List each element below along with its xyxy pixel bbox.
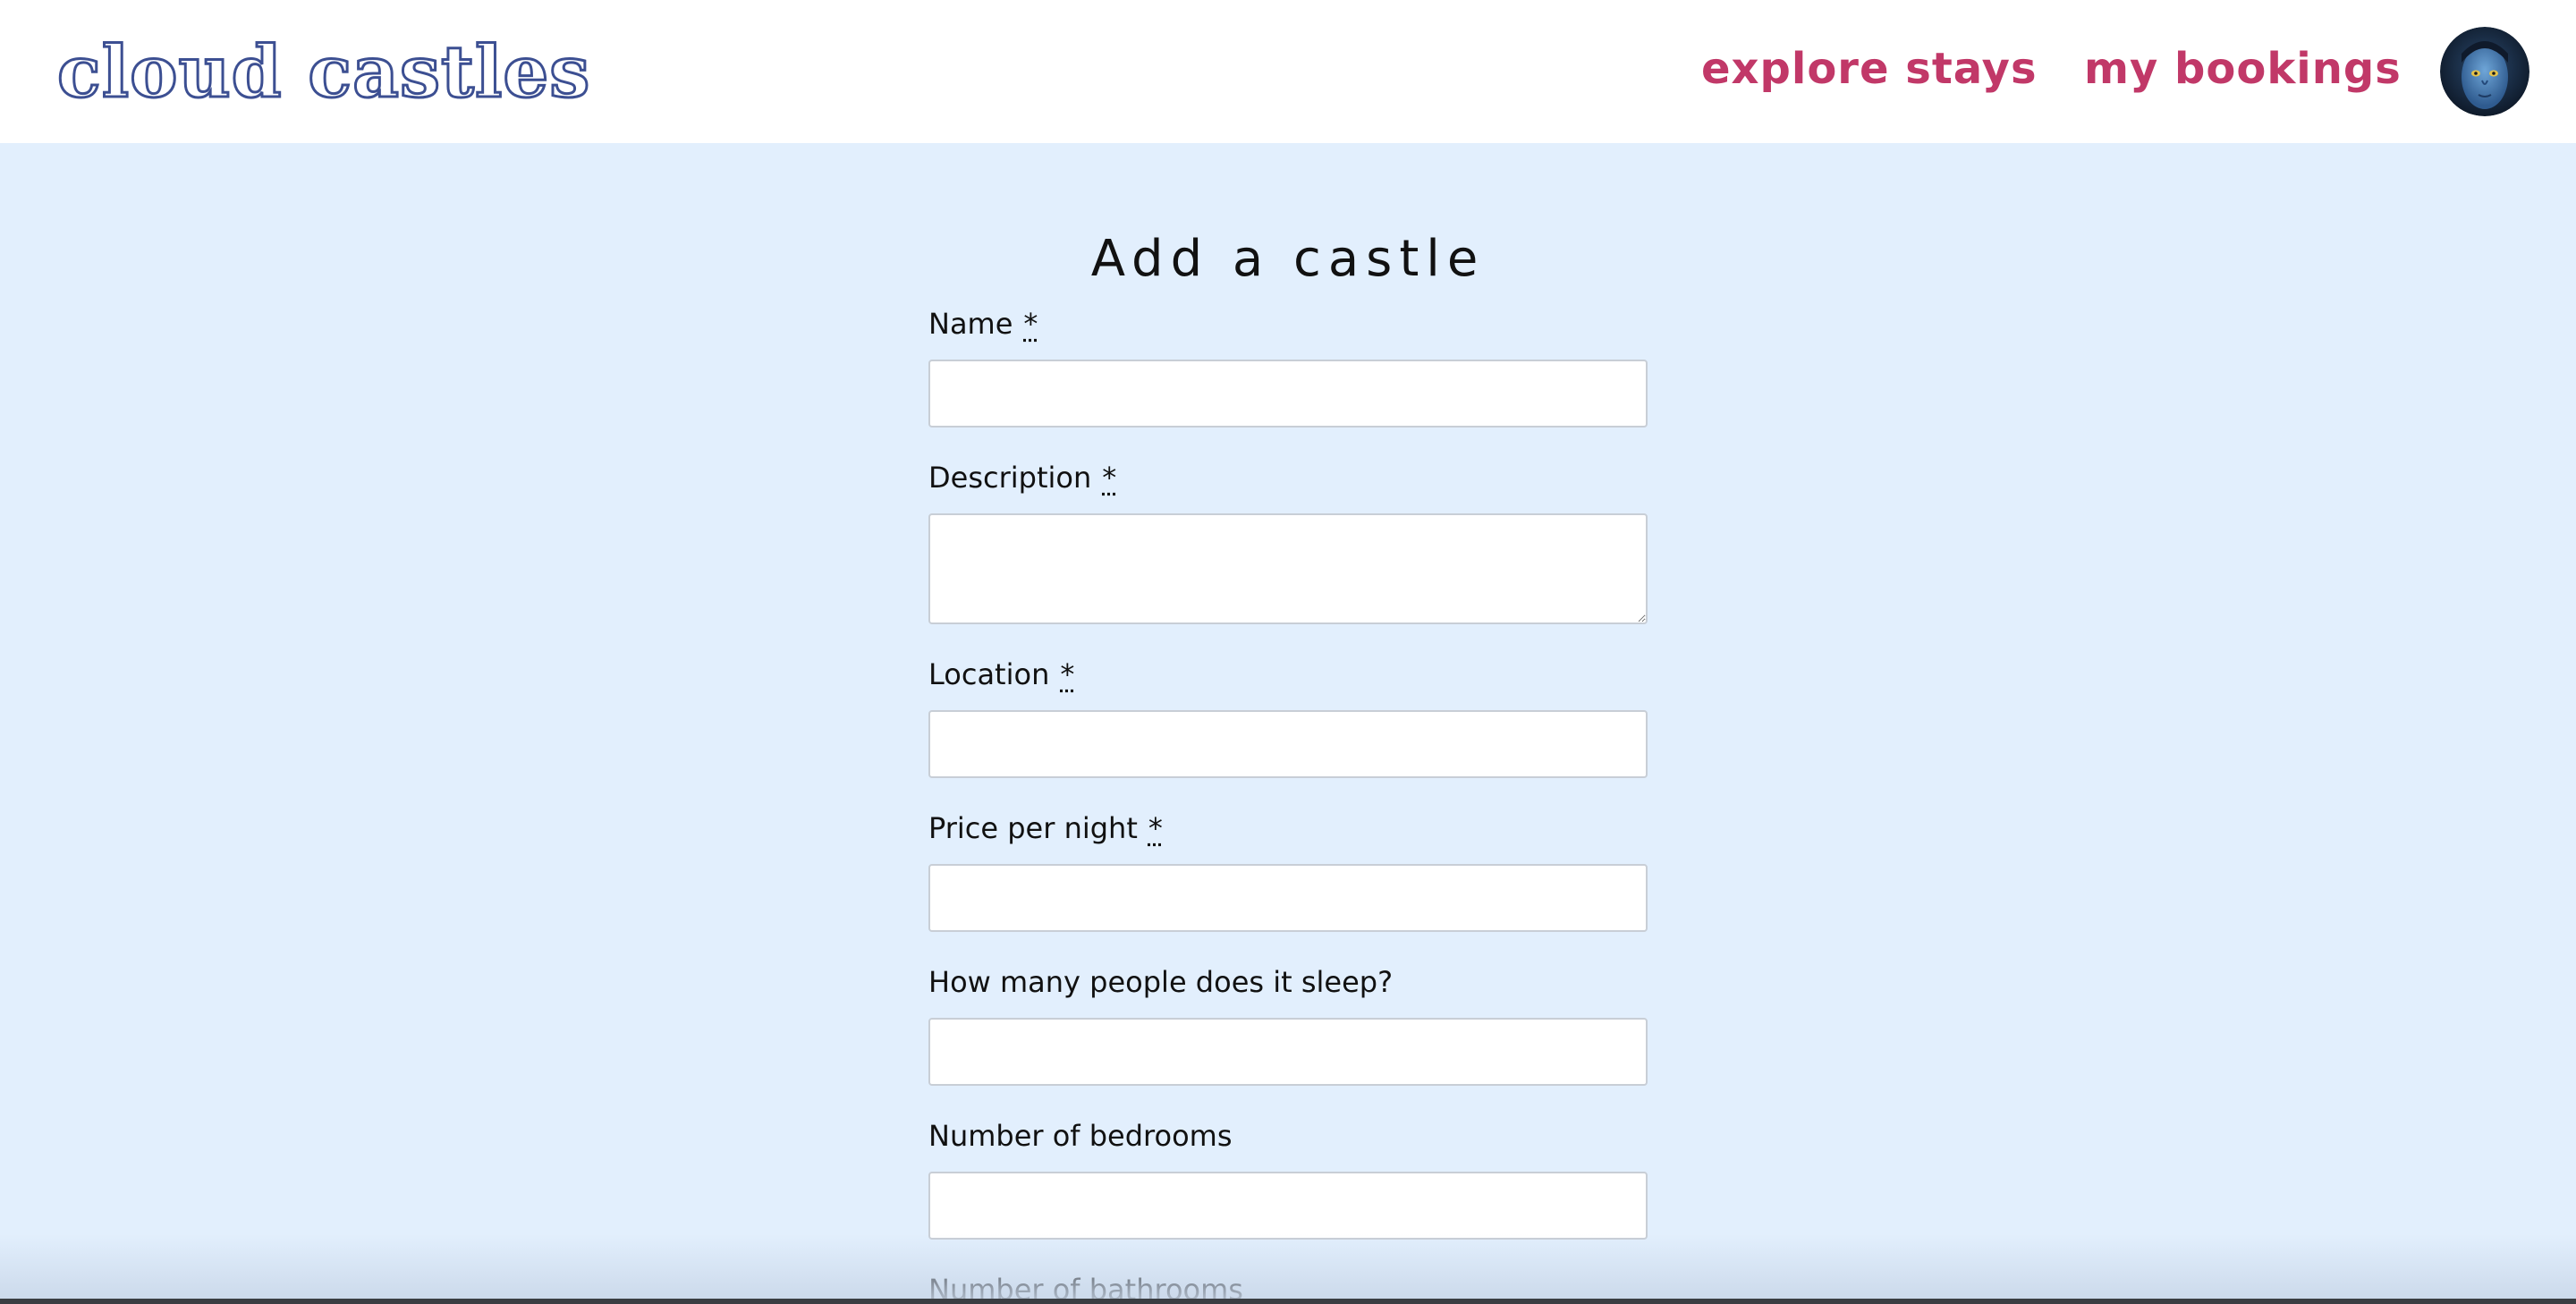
- bedrooms-label: Number of bedrooms: [928, 1114, 1233, 1157]
- page: cloud castles explore stays my bookings: [0, 0, 2576, 1304]
- name-label-text: Name: [928, 307, 1013, 341]
- sleeps-label: How many people does it sleep?: [928, 961, 1393, 1003]
- required-marker: *: [1148, 811, 1163, 845]
- description-label-text: Description: [928, 461, 1092, 495]
- sleeps-label-text: How many people does it sleep?: [928, 965, 1394, 999]
- name-input[interactable]: [928, 360, 1648, 428]
- required-marker: *: [1060, 657, 1075, 691]
- price-input[interactable]: [928, 864, 1648, 932]
- description-textarea[interactable]: [928, 513, 1648, 624]
- window-bottom-edge: [0, 1299, 2576, 1304]
- navbar: cloud castles explore stays my bookings: [0, 0, 2576, 143]
- required-marker: *: [1023, 307, 1038, 341]
- brand-logo[interactable]: cloud castles: [55, 27, 590, 116]
- name-label: Name *: [928, 302, 1038, 345]
- page-title: Add a castle: [1090, 230, 1486, 288]
- bedrooms-input[interactable]: [928, 1172, 1648, 1240]
- nav-my-bookings[interactable]: my bookings: [2084, 38, 2402, 100]
- nav-explore-stays[interactable]: explore stays: [1701, 38, 2038, 100]
- price-label: Price per night *: [928, 807, 1163, 850]
- description-label: Description *: [928, 456, 1116, 499]
- bedrooms-label-text: Number of bedrooms: [928, 1119, 1233, 1153]
- scroll-fade: [0, 1234, 2576, 1299]
- location-input[interactable]: [928, 710, 1648, 778]
- location-label-text: Location: [928, 657, 1050, 691]
- location-label: Location *: [928, 653, 1074, 696]
- price-label-text: Price per night: [928, 811, 1138, 845]
- sleeps-input[interactable]: [928, 1018, 1648, 1086]
- user-avatar-icon[interactable]: [2440, 27, 2529, 116]
- required-marker: *: [1102, 461, 1117, 495]
